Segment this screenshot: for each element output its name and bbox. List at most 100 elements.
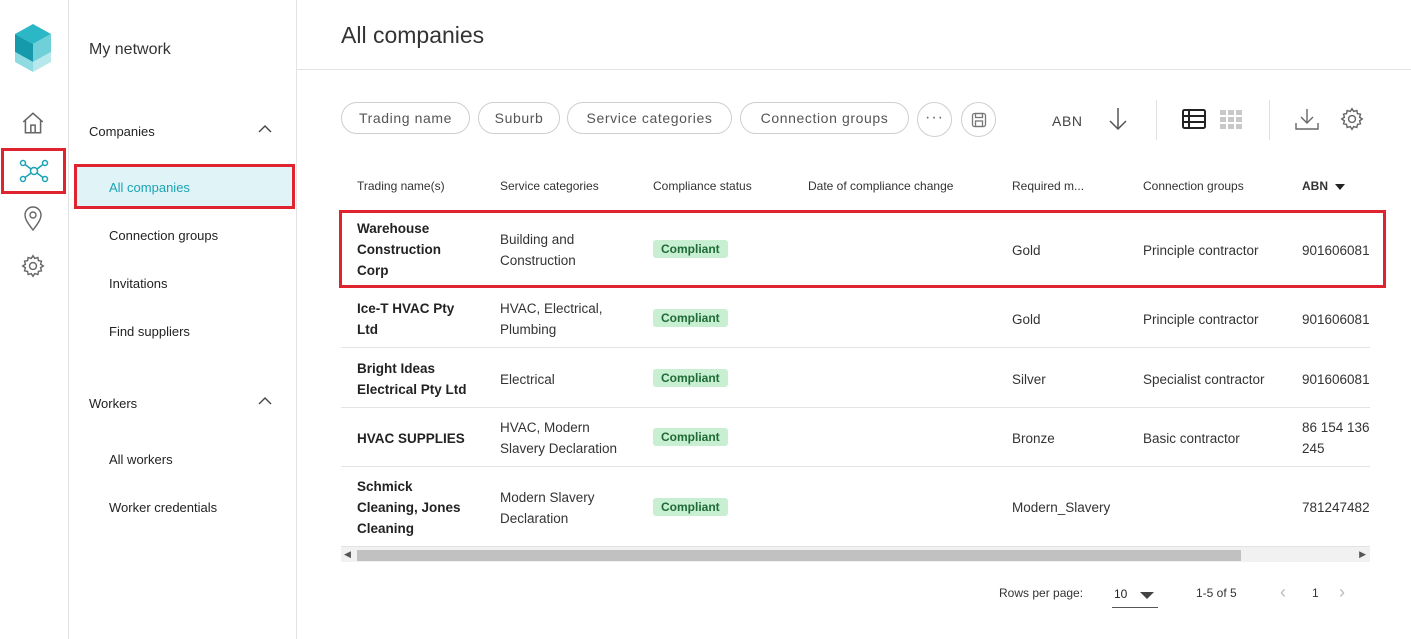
table-settings-gear-icon[interactable] — [1337, 104, 1367, 134]
column-header-compliance-status[interactable]: Compliance status — [653, 179, 752, 193]
connection-group-cell: Specialist contractor — [1143, 372, 1265, 387]
settings-gear-icon[interactable] — [17, 250, 49, 282]
service-categories-line: HVAC, Electrical, — [500, 301, 603, 316]
abn-cell: 781247482 — [1302, 497, 1370, 518]
trading-name-cell: HVAC SUPPLIES — [357, 428, 465, 449]
sidebar-item-invitations[interactable]: Invitations — [109, 276, 168, 291]
scroll-left-arrow-icon[interactable]: ◀ — [344, 549, 351, 560]
table-row[interactable]: HVAC SUPPLIES HVAC, Modern Slavery Decla… — [341, 408, 1370, 467]
service-categories-line: Modern Slavery — [500, 490, 595, 505]
service-categories-line: Building and — [500, 232, 575, 247]
toolbar-divider — [1156, 100, 1157, 140]
status-badge: Compliant — [653, 428, 728, 446]
column-header-connection-groups[interactable]: Connection groups — [1143, 179, 1244, 193]
table-row[interactable]: Ice-T HVAC Pty Ltd HVAC, Electrical, Plu… — [341, 289, 1370, 348]
filter-chip-service-categories[interactable]: Service categories — [567, 102, 732, 134]
column-header-date-of-compliance-change[interactable]: Date of compliance change — [808, 179, 953, 193]
sort-direction-arrow-down-icon[interactable] — [1103, 104, 1133, 134]
required-membership-cell: Bronze — [1012, 431, 1055, 446]
dropdown-caret-icon — [1140, 592, 1154, 599]
scrollbar-thumb[interactable] — [357, 550, 1241, 561]
trading-name-cell: Warehouse Construction Corp — [357, 218, 441, 281]
abn-cell: 901606081 — [1302, 369, 1370, 390]
abn-line: 901606081 — [1302, 372, 1370, 387]
service-categories-line: Construction — [500, 253, 576, 268]
service-categories-cell: Modern Slavery Declaration — [500, 487, 595, 529]
service-categories-cell: Electrical — [500, 369, 555, 390]
more-filters-button[interactable]: ··· — [917, 102, 952, 137]
trading-name-line: Ice-T HVAC Pty — [357, 301, 455, 316]
main-content: All companies Trading name Suburb Servic… — [297, 0, 1411, 639]
workers-section-toggle[interactable]: Workers — [89, 396, 275, 411]
next-page-chevron-icon[interactable]: › — [1339, 582, 1345, 603]
sort-field-label[interactable]: ABN — [1052, 113, 1083, 129]
sidebar-title: My network — [89, 41, 171, 58]
column-header-abn-label: ABN — [1302, 179, 1328, 193]
trading-name-cell: Bright Ideas Electrical Pty Ltd — [357, 358, 467, 400]
service-categories-line: Declaration — [500, 511, 569, 526]
sidebar-item-label: All companies — [109, 180, 190, 195]
scroll-right-arrow-icon[interactable]: ▶ — [1359, 549, 1366, 560]
service-categories-line: Slavery Declaration — [500, 441, 618, 456]
connection-group-cell: Principle contractor — [1143, 243, 1259, 258]
current-page-number[interactable]: 1 — [1312, 586, 1319, 600]
service-categories-cell: HVAC, Modern Slavery Declaration — [500, 417, 617, 459]
trading-name-line: Warehouse — [357, 221, 430, 236]
previous-page-chevron-icon[interactable]: ‹ — [1280, 582, 1286, 603]
service-categories-line: HVAC, Modern — [500, 420, 590, 435]
pagination-range: 1-5 of 5 — [1196, 586, 1237, 600]
companies-section-toggle[interactable]: Companies — [89, 124, 275, 139]
trading-name-line: HVAC SUPPLIES — [357, 431, 465, 446]
table-row[interactable]: Schmick Cleaning, Jones Cleaning Modern … — [341, 467, 1370, 546]
chevron-up-icon[interactable] — [257, 121, 273, 140]
app-logo-icon[interactable] — [15, 24, 51, 72]
abn-line: 781247482 — [1302, 500, 1370, 515]
table-row[interactable]: Warehouse Construction Corp Building and… — [341, 208, 1370, 288]
trading-name-line: Construction — [357, 242, 441, 257]
required-membership-cell: Gold — [1012, 243, 1041, 258]
sidebar-item-worker-credentials[interactable]: Worker credentials — [109, 500, 217, 515]
companies-section-label: Companies — [89, 124, 155, 139]
service-categories-cell: Building and Construction — [500, 229, 576, 271]
connection-group-cell: Principle contractor — [1143, 312, 1259, 327]
sidebar-item-connection-groups[interactable]: Connection groups — [109, 228, 218, 243]
table-row[interactable]: Bright Ideas Electrical Pty Ltd Electric… — [341, 349, 1370, 408]
trading-name-cell: Ice-T HVAC Pty Ltd — [357, 298, 454, 340]
column-header-service-categories[interactable]: Service categories — [500, 179, 599, 193]
status-badge: Compliant — [653, 309, 728, 327]
page-title: All companies — [341, 22, 485, 48]
toolbar-divider — [1269, 100, 1270, 140]
horizontal-scrollbar[interactable]: ◀ ▶ — [341, 546, 1370, 562]
rows-per-page-label: Rows per page: — [999, 586, 1084, 600]
column-header-required[interactable]: Required m... — [1012, 179, 1084, 193]
column-header-abn[interactable]: ABN — [1302, 179, 1346, 193]
filter-chip-connection-groups[interactable]: Connection groups — [740, 102, 909, 134]
status-badge: Compliant — [653, 240, 728, 258]
save-filter-button[interactable] — [961, 102, 996, 137]
required-membership-cell: Gold — [1012, 312, 1041, 327]
sidebar-item-all-companies[interactable]: All companies — [74, 164, 295, 209]
trading-name-line: Bright Ideas — [357, 361, 436, 376]
home-icon[interactable] — [17, 107, 49, 139]
service-categories-line: Electrical — [500, 372, 555, 387]
chevron-up-icon[interactable] — [257, 393, 273, 412]
trading-name-line: Cleaning — [357, 521, 415, 536]
rows-per-page-select[interactable]: 10 — [1112, 580, 1158, 608]
list-view-icon[interactable] — [1179, 104, 1209, 134]
network-icon[interactable] — [1, 148, 66, 194]
sidebar-item-find-suppliers[interactable]: Find suppliers — [109, 324, 190, 339]
network-sidebar: My network Companies All companies Conne… — [69, 0, 297, 639]
workers-section-label: Workers — [89, 396, 138, 411]
download-icon[interactable] — [1292, 104, 1322, 134]
filter-chip-suburb[interactable]: Suburb — [478, 102, 560, 134]
location-pin-icon[interactable] — [17, 203, 49, 235]
divider — [297, 69, 1411, 70]
required-membership-cell: Silver — [1012, 372, 1046, 387]
trading-name-line: Schmick — [357, 479, 413, 494]
grid-view-icon[interactable] — [1216, 104, 1246, 134]
sort-caret-down-icon — [1335, 183, 1346, 190]
filter-chip-trading-name[interactable]: Trading name — [341, 102, 470, 134]
sidebar-item-all-workers[interactable]: All workers — [109, 452, 173, 467]
abn-line: 901606081 — [1302, 243, 1370, 258]
column-header-trading-name[interactable]: Trading name(s) — [357, 179, 445, 193]
